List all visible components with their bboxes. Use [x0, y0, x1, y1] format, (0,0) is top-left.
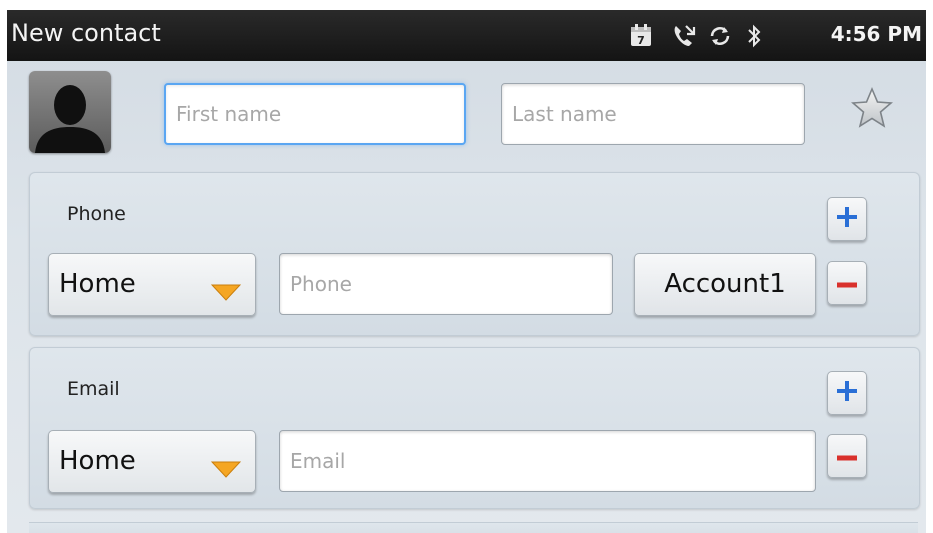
- remove-phone-button[interactable]: [827, 261, 867, 305]
- person-silhouette-icon: [35, 85, 105, 153]
- sync-icon: [707, 23, 733, 53]
- email-address-field[interactable]: Email: [279, 430, 816, 492]
- phone-placeholder: Phone: [290, 272, 352, 296]
- screen-title: New contact: [11, 19, 161, 47]
- last-name-field[interactable]: Last name: [501, 83, 805, 145]
- phone-number-field[interactable]: Phone: [279, 253, 613, 315]
- plus-icon: [836, 380, 858, 406]
- plus-icon: [836, 206, 858, 232]
- email-placeholder: Email: [290, 449, 346, 473]
- dropdown-arrow-icon: [210, 278, 242, 308]
- add-email-button[interactable]: [827, 371, 867, 415]
- email-section: Email Home Email: [29, 347, 920, 509]
- first-name-field[interactable]: First name: [164, 83, 466, 145]
- status-clock: 4:56 PM: [830, 22, 922, 46]
- minus-icon: [836, 447, 858, 466]
- calendar-day: 7: [637, 34, 645, 47]
- calendar-icon: 7: [630, 23, 652, 51]
- new-contact-screen: New contact 7 4:56 PM First name Last na…: [7, 10, 926, 533]
- next-section-edge: [29, 522, 918, 533]
- add-phone-button[interactable]: [827, 197, 867, 241]
- phone-section-label: Phone: [67, 203, 126, 225]
- dropdown-arrow-icon: [210, 455, 242, 485]
- first-name-placeholder: First name: [176, 102, 282, 126]
- phone-section: Phone Home Phone Account1: [29, 172, 920, 336]
- missed-call-icon: [671, 23, 697, 53]
- email-type-spinner[interactable]: Home: [48, 430, 256, 493]
- email-section-label: Email: [67, 378, 120, 400]
- minus-icon: [836, 274, 858, 293]
- remove-email-button[interactable]: [827, 434, 867, 478]
- phone-type-value: Home: [59, 269, 136, 299]
- phone-type-spinner[interactable]: Home: [48, 253, 256, 316]
- last-name-placeholder: Last name: [512, 102, 617, 126]
- account-button[interactable]: Account1: [634, 253, 816, 316]
- bluetooth-icon: [744, 23, 764, 53]
- status-bar: New contact 7 4:56 PM: [7, 10, 926, 61]
- email-type-value: Home: [59, 446, 136, 476]
- contact-photo-avatar[interactable]: [29, 71, 111, 153]
- favorite-star-icon[interactable]: [850, 86, 894, 130]
